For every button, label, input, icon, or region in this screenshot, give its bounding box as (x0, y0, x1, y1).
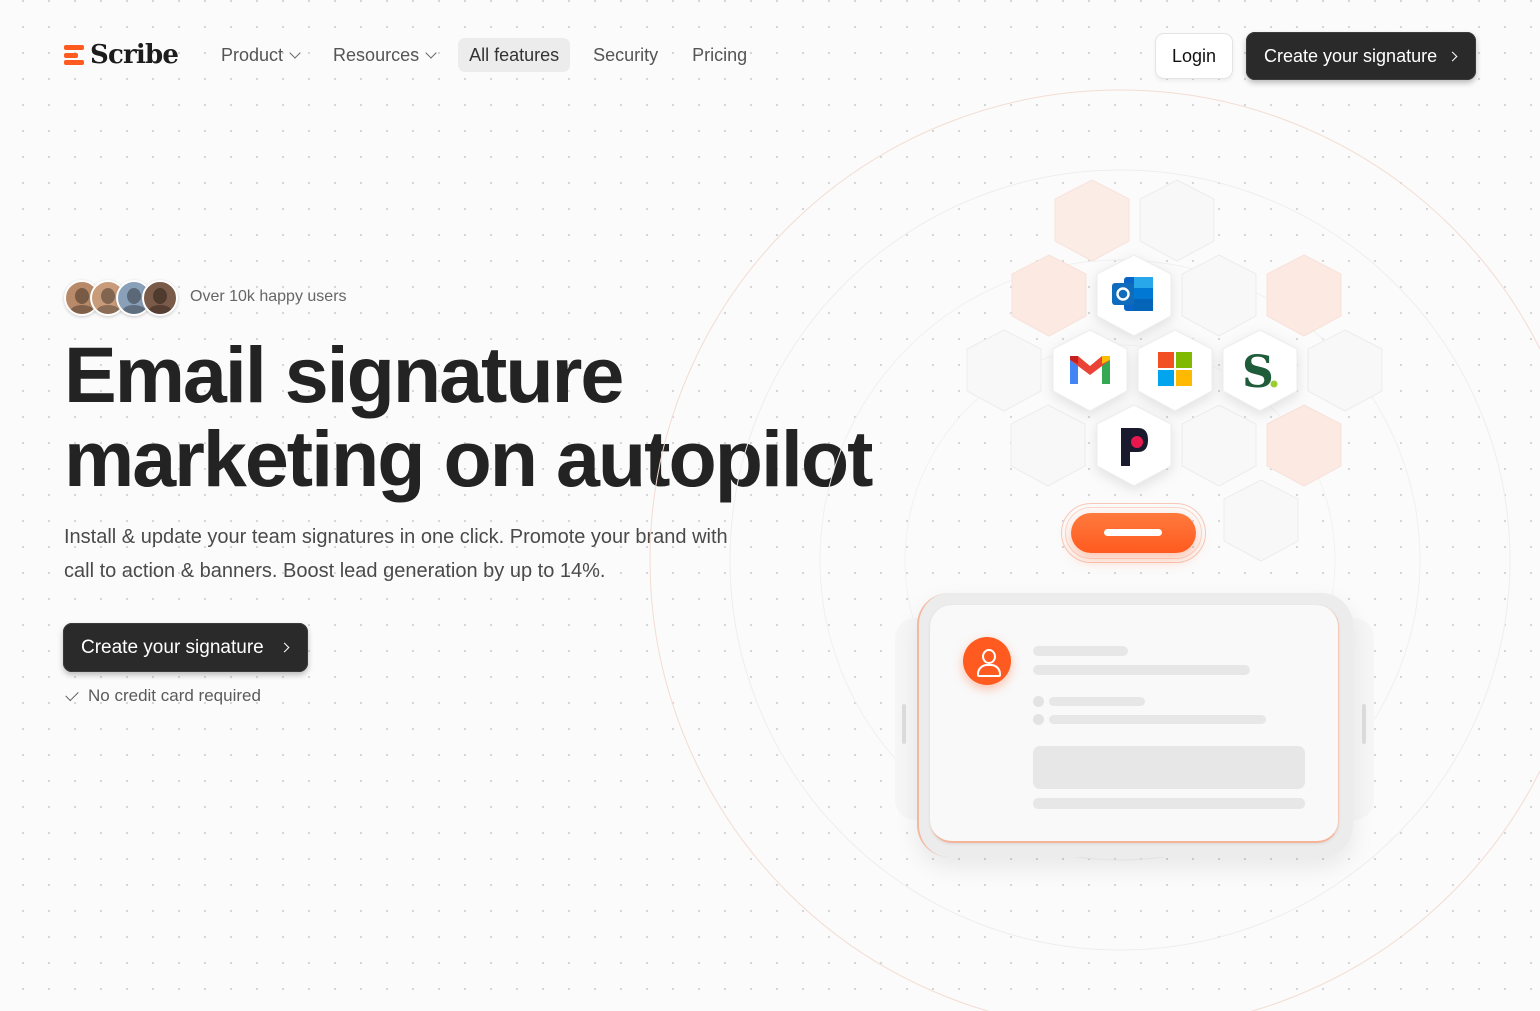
microsoft-tile (1176, 352, 1192, 368)
microsoft-tile (1158, 352, 1174, 368)
hex-tile (1010, 404, 1086, 487)
card-side-left (895, 618, 921, 820)
nav-pricing[interactable]: Pricing (681, 38, 758, 72)
hex-tile (966, 329, 1042, 412)
nav-resources-label: Resources (333, 44, 420, 65)
gmail-corner (1070, 356, 1078, 364)
hero-cta-label: Create your signature (81, 636, 264, 658)
hero-create-signature-button[interactable]: Create your signature (63, 623, 308, 672)
pipedrive-icon (1121, 428, 1148, 466)
deco-circle (904, 344, 1336, 776)
pipedrive-letter (1121, 428, 1148, 466)
chevron-right-icon (279, 642, 290, 653)
skeleton-dot (1033, 714, 1044, 725)
scribe-s-dot (1270, 380, 1278, 388)
headline-line-1: Email signature (64, 330, 624, 419)
card-notch-right (1362, 704, 1366, 744)
nav-pricing-label: Pricing (692, 44, 748, 65)
microsoft-tile (1158, 370, 1174, 386)
gmail-fold (1070, 356, 1110, 375)
hex-pipedrive (1096, 404, 1172, 487)
hero-subtext: Install & update your team signatures in… (64, 526, 728, 582)
gmail-corner (1102, 356, 1110, 364)
hex-tile (1181, 254, 1257, 337)
nav-all-features-label: All features (469, 44, 560, 65)
hex-tile (1223, 479, 1299, 562)
scribe-logo-icon (64, 45, 84, 65)
microsoft-icon (1158, 352, 1192, 386)
chevron-down-icon (425, 46, 437, 59)
header-create-signature-button[interactable]: Create your signature (1246, 32, 1476, 80)
nav-security[interactable]: Security (582, 38, 669, 72)
outlook-envelope-tile (1134, 277, 1153, 288)
chevron-down-icon (289, 46, 301, 59)
skeleton-line (1033, 798, 1305, 809)
pipedrive-dot (1131, 436, 1143, 448)
login-button[interactable]: Login (1155, 33, 1233, 79)
hex-tile (1139, 179, 1215, 262)
hex-tile (1054, 179, 1130, 262)
hero-headline: Email signature marketing on autopilot (64, 333, 924, 501)
gmail-left-edge (1070, 360, 1078, 384)
check-icon (65, 687, 79, 701)
outlook-badge (1112, 283, 1134, 305)
nav-product-label: Product (221, 44, 284, 65)
hex-gmail (1052, 329, 1128, 412)
nav-security-label: Security (593, 44, 659, 65)
user-avatars (64, 280, 178, 316)
outlook-icon (1112, 277, 1153, 311)
deco-circle (729, 169, 1511, 951)
outlook-envelope (1124, 277, 1153, 311)
chevron-right-icon (1447, 51, 1458, 61)
signature-card (930, 605, 1339, 843)
main-nav: Product Resources All features Security … (210, 38, 770, 72)
skeleton-line (1049, 715, 1266, 724)
hex-microsoft (1137, 329, 1213, 412)
skeleton-line (1033, 665, 1250, 675)
header-cta-label: Create your signature (1264, 45, 1438, 66)
card-side-right (1348, 618, 1374, 820)
outlook-badge-letter (1116, 287, 1130, 301)
headline-line-2: marketing on autopilot (64, 414, 873, 503)
hex-outlook (1096, 254, 1172, 337)
logo-text: Scribe (90, 40, 179, 70)
no-credit-card-text: No credit card required (88, 686, 261, 705)
illustration-svg: S (649, 89, 1540, 1011)
signature-card-frame (917, 593, 1353, 857)
nav-product[interactable]: Product (210, 38, 310, 72)
user-icon (963, 637, 1011, 685)
skeleton-dot (1033, 696, 1044, 707)
scribe-s-icon: S (1242, 347, 1278, 398)
gmail-icon (1070, 356, 1110, 384)
gmail-right-edge (1102, 360, 1110, 384)
microsoft-tile (1176, 370, 1192, 386)
hex-scribe (1222, 329, 1298, 412)
skeleton-line (1033, 646, 1128, 656)
hex-tile (1307, 329, 1383, 412)
landing-page: Scribe Product Resources All features Se… (0, 0, 1540, 1011)
scribe-s-glyph: S (1242, 347, 1274, 398)
hex-tile (1266, 254, 1342, 337)
scribe-logo[interactable]: Scribe (64, 40, 179, 70)
outlook-envelope-tile (1134, 288, 1153, 299)
skeleton-banner (1033, 746, 1305, 789)
hero-illustration: S (0, 0, 1540, 1011)
nav-resources[interactable]: Resources (322, 38, 446, 72)
avatar (142, 280, 178, 316)
social-proof-text: Over 10k happy users (190, 288, 347, 305)
outlook-envelope-tile (1134, 299, 1153, 311)
card-notch-left (902, 704, 906, 744)
nav-all-features[interactable]: All features (458, 38, 571, 72)
hex-tile (1011, 254, 1087, 337)
orange-cta-pill[interactable] (1071, 513, 1196, 553)
hex-tile (1266, 404, 1342, 487)
skeleton-line (1049, 697, 1145, 706)
no-credit-card-note: No credit card required (65, 686, 261, 706)
hex-tile (1181, 404, 1257, 487)
